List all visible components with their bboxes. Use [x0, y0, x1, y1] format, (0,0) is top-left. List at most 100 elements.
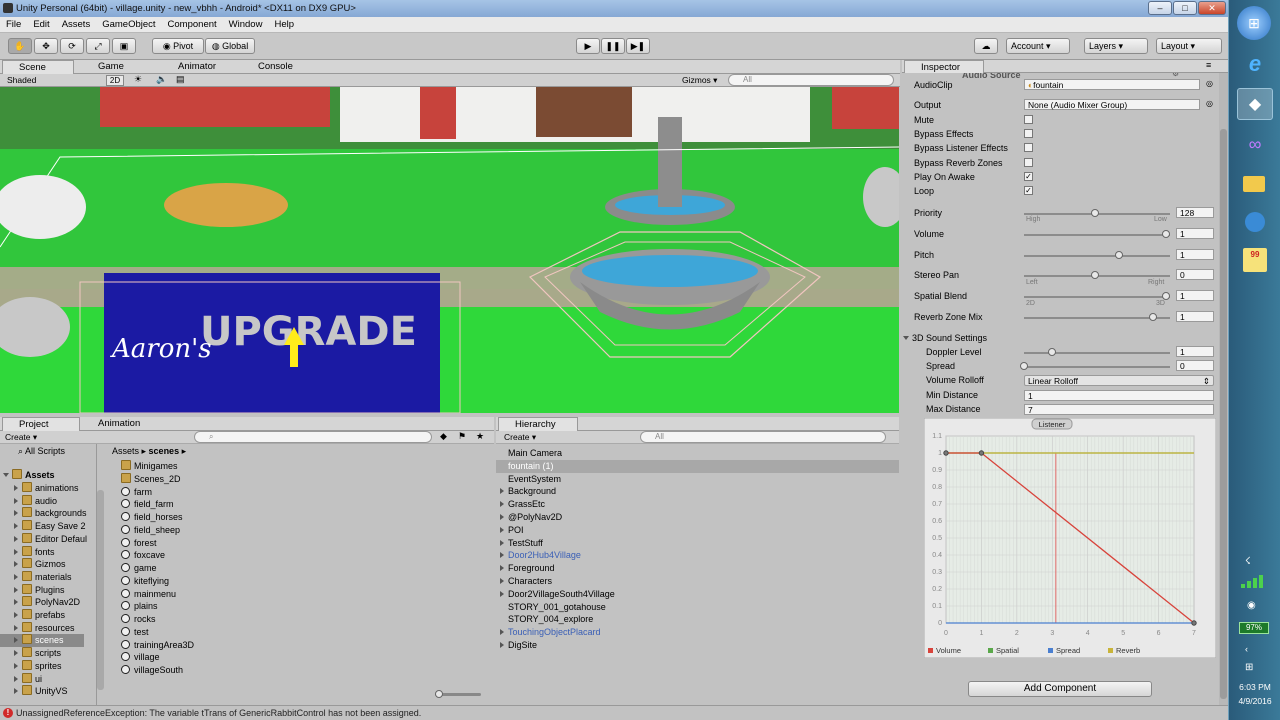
hierarchy-item[interactable]: STORY_001_gotahouse — [496, 601, 899, 614]
loop-checkbox[interactable]: ✓ — [1024, 186, 1033, 195]
component-settings-icon[interactable]: ⚙ — [1172, 73, 1179, 78]
output-field[interactable]: None (Audio Mixer Group) — [1024, 99, 1200, 110]
visual-studio-icon[interactable]: ∞ — [1237, 128, 1273, 160]
hierarchy-create-dropdown[interactable]: Create ▾ — [504, 431, 536, 444]
scene-asset-item[interactable]: rocks — [121, 613, 156, 626]
collapse-arrow-icon[interactable] — [14, 485, 18, 491]
collapse-arrow-icon[interactable] — [14, 675, 18, 682]
menu-file[interactable]: File — [0, 17, 27, 33]
assets-root[interactable]: Assets — [3, 469, 55, 482]
unity-taskbar-icon[interactable]: ◆ — [1237, 88, 1273, 120]
expand-arrow-icon[interactable] — [500, 565, 504, 572]
minimize-button[interactable]: – — [1148, 1, 1172, 15]
expand-arrow-icon[interactable] — [500, 526, 504, 533]
audioclip-field[interactable]: ◐fountain — [1024, 79, 1200, 90]
expand-arrow-icon[interactable] — [500, 514, 504, 520]
hierarchy-item[interactable]: Main Camera — [496, 447, 899, 460]
scene-asset-item[interactable]: field_horses — [121, 511, 183, 524]
spread-slider[interactable] — [1024, 366, 1170, 368]
shading-mode-dropdown[interactable]: Shaded — [3, 74, 97, 86]
stereo-pan-field[interactable]: 0 — [1176, 269, 1214, 280]
hierarchy-item[interactable]: fountain (1) — [496, 459, 899, 473]
priority-field[interactable]: 128 — [1176, 207, 1214, 218]
hierarchy-item[interactable]: Door2Hub4Village — [496, 549, 899, 562]
hierarchy-item[interactable]: Characters — [496, 575, 899, 588]
menu-gameobject[interactable]: GameObject — [96, 17, 161, 33]
scene-asset-item[interactable]: mainmenu — [121, 588, 176, 601]
project-create-dropdown[interactable]: Create ▾ — [5, 431, 37, 444]
spatial-blend-field[interactable]: 1 — [1176, 290, 1214, 301]
doppler-level-slider-knob[interactable] — [1048, 348, 1057, 356]
priority-slider-knob[interactable] — [1091, 209, 1099, 217]
volume-slider-knob[interactable] — [1162, 230, 1170, 238]
expand-arrow-icon[interactable] — [500, 501, 504, 508]
inspector-scrollbar[interactable] — [1219, 73, 1228, 705]
close-button[interactable]: ✕ — [1198, 1, 1226, 15]
reverb-zone-mix-field[interactable]: 1 — [1176, 311, 1214, 322]
reverb-zone-mix-slider-knob[interactable] — [1149, 313, 1158, 321]
min-distance-field[interactable]: 1 — [1024, 390, 1214, 401]
internet-explorer-icon[interactable]: e — [1237, 48, 1273, 80]
hierarchy-item[interactable]: Background — [496, 485, 899, 498]
reverb-zone-mix-slider[interactable] — [1024, 317, 1170, 319]
folder-item[interactable]: scenes — [0, 634, 84, 648]
3d-sound-settings-foldout[interactable]: 3D Sound Settings — [903, 332, 987, 344]
email-client-icon[interactable] — [1237, 206, 1273, 238]
hierarchy-item[interactable]: STORY_004_explore — [496, 613, 899, 626]
audio-icon[interactable]: 🔈 — [156, 74, 167, 85]
collapse-arrow-icon[interactable] — [14, 573, 18, 580]
favorite-star-icon[interactable]: ★ — [476, 431, 484, 442]
layers-dropdown[interactable]: Layers ▾ — [1084, 38, 1148, 54]
hierarchy-search-input[interactable]: All — [640, 431, 886, 443]
collapse-arrow-icon[interactable] — [14, 497, 18, 504]
folder-item[interactable]: audio — [14, 494, 96, 508]
folder-item[interactable]: Easy Save 2 — [14, 520, 96, 533]
play-on-awake-checkbox[interactable]: ✓ — [1024, 172, 1033, 181]
status-bar[interactable]: ! UnassignedReferenceException: The vari… — [0, 705, 1228, 720]
collapse-arrow-icon[interactable] — [14, 586, 18, 593]
spread-slider-knob[interactable] — [1020, 362, 1028, 370]
scene-asset-item[interactable]: farm — [121, 486, 152, 499]
spatial-blend-slider[interactable] — [1024, 296, 1170, 298]
volume-tray-icon[interactable]: ◉ — [1247, 600, 1256, 611]
object-picker-icon[interactable]: ◎ — [1206, 99, 1213, 108]
collapse-arrow-icon[interactable] — [14, 599, 18, 606]
bypass-listener-checkbox[interactable] — [1024, 143, 1033, 152]
battery-indicator[interactable]: 97% — [1239, 622, 1269, 634]
collapse-arrow-icon[interactable] — [14, 561, 18, 568]
expand-arrow-icon[interactable] — [500, 642, 504, 648]
clock-date[interactable]: 4/9/2016 — [1233, 696, 1277, 706]
breadcrumb-current[interactable]: scenes — [149, 446, 180, 456]
hierarchy-item[interactable]: Foreground — [496, 562, 899, 575]
folder-item[interactable]: fonts — [14, 545, 96, 559]
rolloff-curve-chart[interactable]: 0 1 2 3 4 5 6 7 0 0.1 0.2 0.3 0.4 0.5 0.6 0.7 0.8 0.9 1 1.1… — [924, 418, 1216, 658]
account-dropdown[interactable]: Account ▾ — [1006, 38, 1070, 54]
expand-arrow-icon[interactable] — [500, 629, 504, 636]
step-button[interactable]: ▶❚ — [626, 38, 650, 54]
chevron-left-icon[interactable]: ‹ — [1245, 644, 1248, 654]
hierarchy-item[interactable]: GrassEtc — [496, 498, 899, 511]
tab-animation[interactable]: Animation — [82, 417, 172, 431]
folder-item[interactable]: animations — [14, 482, 96, 495]
folder-item[interactable]: Gizmos — [14, 558, 96, 571]
scene-asset-item[interactable]: test — [121, 626, 149, 639]
collapse-arrow-icon[interactable] — [14, 624, 18, 631]
cloud-button[interactable]: ☁ — [974, 38, 998, 54]
file-explorer-icon[interactable] — [1237, 168, 1273, 200]
folder-item[interactable]: resources — [14, 621, 96, 635]
folder-item[interactable]: sprites — [14, 659, 96, 673]
tab-scene[interactable]: Scene — [2, 60, 74, 74]
folder-item[interactable]: UnityVS — [14, 685, 96, 698]
filter-type-icon[interactable]: ◆ — [440, 431, 447, 442]
scene-asset-item[interactable]: field_farm — [121, 498, 174, 511]
expand-arrow-icon[interactable] — [500, 590, 504, 597]
asset-folder-item[interactable]: Scenes_2D — [121, 472, 181, 486]
hierarchy-item[interactable]: POI — [496, 524, 899, 537]
hand-tool-button[interactable]: ✋ — [8, 38, 32, 54]
collapse-arrow-icon[interactable] — [14, 662, 18, 669]
effects-icon[interactable]: ▤ — [176, 74, 185, 85]
folder-item[interactable]: backgrounds — [14, 507, 96, 520]
move-tool-button[interactable]: ✥ — [34, 38, 58, 54]
folder-item[interactable]: ui — [14, 672, 96, 686]
2d-mode-toggle[interactable]: 2D — [106, 75, 124, 86]
